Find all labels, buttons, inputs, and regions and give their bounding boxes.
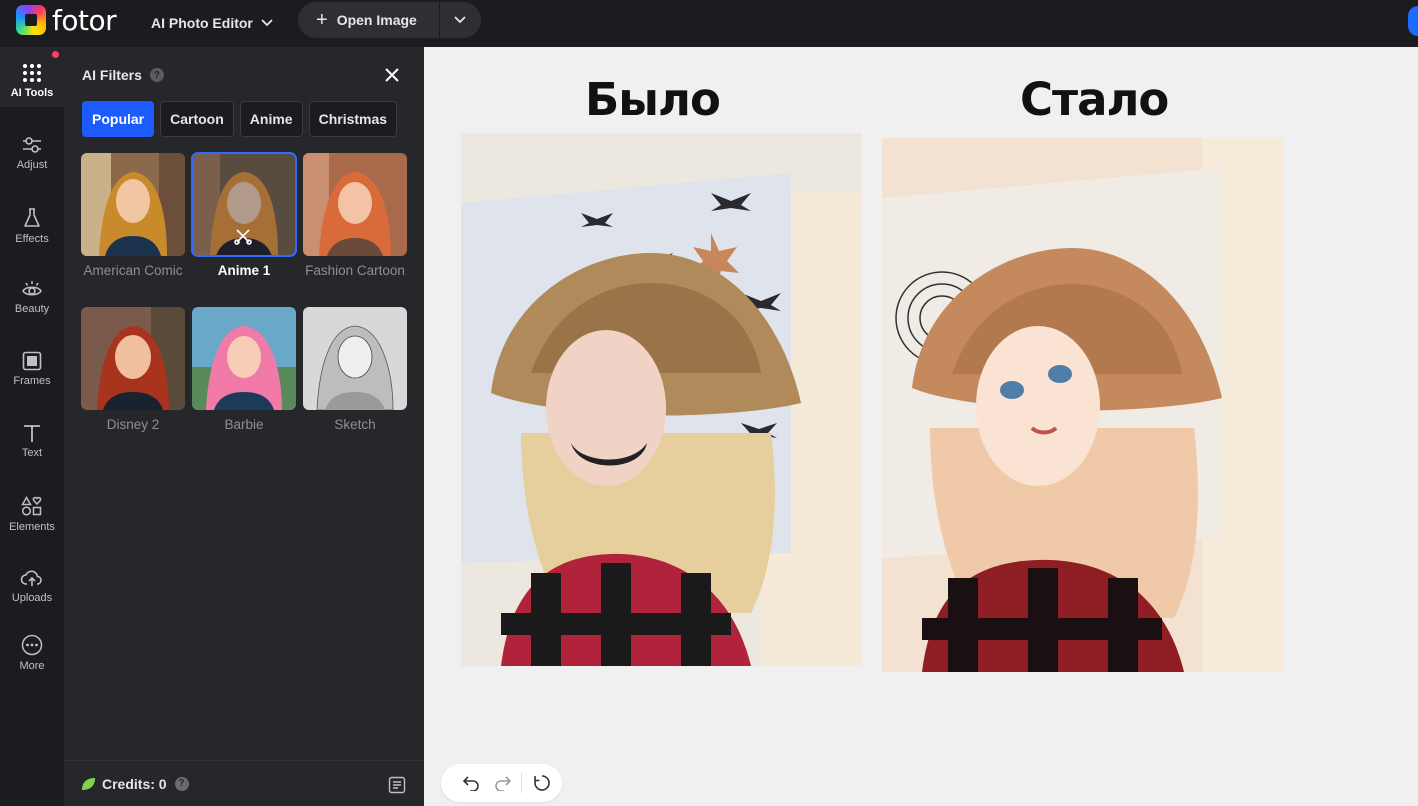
chevron-down-icon xyxy=(261,19,273,27)
tab-christmas[interactable]: Christmas xyxy=(308,101,398,137)
rail-label: Adjust xyxy=(16,159,48,171)
rail-label: Frames xyxy=(13,375,51,387)
close-icon[interactable] xyxy=(382,65,402,85)
reset-button[interactable] xyxy=(526,769,558,797)
filter-thumbnail xyxy=(81,153,185,256)
text-icon xyxy=(24,425,40,442)
rail-label: Uploads xyxy=(11,592,53,604)
credits-display: Credits: 0 ? xyxy=(80,776,189,792)
open-image-options-button[interactable] xyxy=(440,2,481,38)
rail-label: Beauty xyxy=(14,303,50,315)
redo-button[interactable] xyxy=(487,769,519,797)
filter-category-tabs: Popular Cartoon Anime Christmas xyxy=(82,101,398,137)
history-list-icon[interactable] xyxy=(388,776,406,794)
fotor-logo-icon xyxy=(16,5,46,35)
filter-card-fashion-cartoon[interactable]: Fashion Cartoon xyxy=(303,153,407,280)
plus-icon: + xyxy=(316,9,328,31)
rail-item-text[interactable]: Text xyxy=(0,407,64,467)
editor-mode-dropdown[interactable]: AI Photo Editor xyxy=(151,12,273,34)
filter-card-barbie[interactable]: Barbie xyxy=(192,307,296,434)
rail-item-ai-tools[interactable]: AI Tools xyxy=(0,47,64,107)
top-bar: fotor AI Photo Editor + Open Image xyxy=(0,0,1418,47)
rail-label: Elements xyxy=(9,521,55,533)
fotor-logo[interactable]: fotor xyxy=(16,3,117,37)
history-toolbar xyxy=(441,764,562,802)
filter-name: American Comic xyxy=(83,263,183,278)
rail-item-adjust[interactable]: Adjust xyxy=(0,119,64,179)
rail-item-effects[interactable]: Effects xyxy=(0,191,64,251)
cloud-upload-icon xyxy=(20,570,42,586)
help-icon[interactable]: ? xyxy=(149,68,164,82)
filter-thumbnail xyxy=(192,307,296,410)
filter-card-sketch[interactable]: Sketch xyxy=(303,307,407,434)
open-image-group: + Open Image xyxy=(298,2,481,38)
reset-icon xyxy=(534,775,550,791)
rail-item-beauty[interactable]: Beauty xyxy=(0,263,64,323)
undo-icon xyxy=(462,776,479,791)
tab-cartoon[interactable]: Cartoon xyxy=(160,101,234,137)
shapes-icon xyxy=(21,495,42,516)
grid-dots-icon xyxy=(23,64,41,82)
filter-card-anime-1[interactable]: Anime 1 xyxy=(191,152,297,280)
credits-label: Credits: 0 xyxy=(102,775,167,792)
account-avatar[interactable] xyxy=(1408,6,1418,36)
filter-thumbnail xyxy=(191,152,297,257)
flask-icon xyxy=(24,208,40,227)
help-icon[interactable]: ? xyxy=(174,776,189,791)
before-photo[interactable] xyxy=(461,133,862,666)
open-image-label: Open Image xyxy=(336,12,417,28)
adjust-strength-icon[interactable] xyxy=(232,225,254,247)
filter-thumbnail xyxy=(303,307,407,410)
filter-thumbnail xyxy=(81,307,185,410)
tool-rail: AI Tools Adjust Effects Beauty Frames Te… xyxy=(0,47,64,806)
after-photo[interactable] xyxy=(882,138,1284,672)
rail-label: AI Tools xyxy=(10,87,54,99)
leaf-icon xyxy=(82,777,95,790)
rail-label: Text xyxy=(21,447,43,459)
rail-label: More xyxy=(19,660,45,672)
panel-title-text: AI Filters xyxy=(82,67,142,83)
filter-card-american-comic[interactable]: American Comic xyxy=(81,153,185,280)
frame-icon xyxy=(22,351,42,371)
tab-anime[interactable]: Anime xyxy=(239,101,303,137)
more-icon xyxy=(21,634,43,656)
rail-item-uploads[interactable]: Uploads xyxy=(0,552,64,612)
filter-name: Anime 1 xyxy=(217,263,271,278)
before-label: Было xyxy=(585,73,721,126)
open-image-button[interactable]: + Open Image xyxy=(298,2,439,38)
rail-item-elements[interactable]: Elements xyxy=(0,479,64,539)
undo-button[interactable] xyxy=(455,769,487,797)
filter-name: Disney 2 xyxy=(106,417,160,432)
filter-thumbnail xyxy=(303,153,407,256)
divider xyxy=(521,773,522,793)
editing-canvas: Было Стало xyxy=(424,47,1418,806)
filter-card-disney-2[interactable]: Disney 2 xyxy=(81,307,185,434)
filter-name: Sketch xyxy=(334,417,376,432)
notification-dot xyxy=(52,51,59,58)
tab-popular[interactable]: Popular xyxy=(82,101,155,137)
panel-title: AI Filters ? xyxy=(82,67,164,83)
after-label: Стало xyxy=(1020,73,1169,126)
editor-mode-label: AI Photo Editor xyxy=(151,15,253,31)
panel-footer: Credits: 0 ? xyxy=(64,760,424,806)
filter-name: Barbie xyxy=(224,417,264,432)
filter-name: Fashion Cartoon xyxy=(305,263,405,278)
rail-item-more[interactable]: More xyxy=(0,618,64,678)
rail-label: Effects xyxy=(15,233,49,245)
rail-item-frames[interactable]: Frames xyxy=(0,335,64,395)
logo-text: fotor xyxy=(52,3,117,37)
chevron-down-icon xyxy=(454,16,467,24)
ai-filters-panel: AI Filters ? Popular Cartoon Anime Chris… xyxy=(64,47,424,806)
redo-icon xyxy=(495,776,512,791)
sliders-icon xyxy=(23,137,41,153)
eye-icon xyxy=(22,281,42,296)
